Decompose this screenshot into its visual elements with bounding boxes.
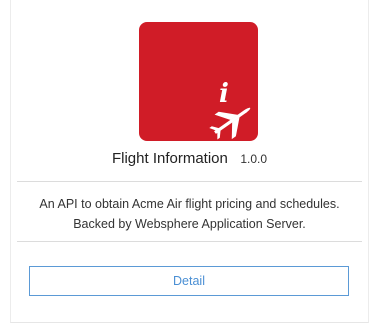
svg-text:i: i	[219, 79, 229, 109]
api-title-row: Flight Information 1.0.0	[11, 150, 368, 168]
flight-information-icon: i	[209, 79, 251, 140]
api-logo: i	[139, 22, 258, 141]
divider-bottom	[17, 241, 362, 242]
detail-button[interactable]: Detail	[29, 266, 349, 296]
api-description-line-1: An API to obtain Acme Air flight pricing…	[39, 197, 340, 211]
api-card: i Flight Information 1.0.0 An API to obt…	[10, 0, 369, 323]
api-version: 1.0.0	[240, 152, 268, 166]
divider-top	[17, 181, 362, 182]
api-description: An API to obtain Acme Air flight pricing…	[17, 194, 362, 234]
api-name: Flight Information	[111, 150, 228, 167]
api-description-line-2: Backed by Websphere Application Server.	[73, 217, 306, 231]
